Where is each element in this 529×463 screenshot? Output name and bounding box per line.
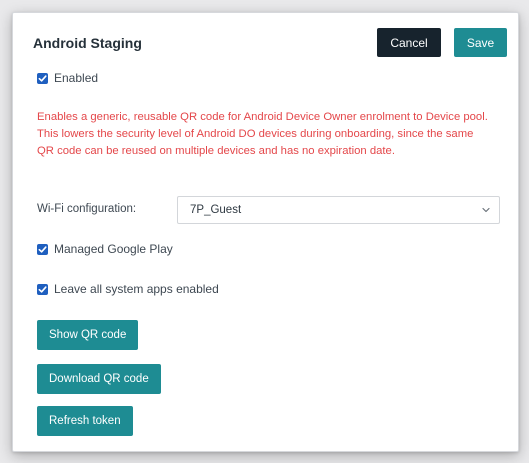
check-icon xyxy=(38,74,47,82)
system-apps-label: Leave all system apps enabled xyxy=(54,282,219,296)
system-apps-row[interactable]: Leave all system apps enabled xyxy=(37,282,219,296)
chevron-down-icon xyxy=(482,207,490,213)
managed-google-play-label: Managed Google Play xyxy=(54,242,173,256)
check-icon xyxy=(38,285,47,293)
wifi-configuration-label: Wi-Fi configuration: xyxy=(37,203,137,215)
warning-text: Enables a generic, reusable QR code for … xyxy=(37,111,488,157)
managed-google-play-row[interactable]: Managed Google Play xyxy=(37,242,173,256)
check-icon xyxy=(38,245,47,253)
android-staging-panel: Android Staging Cancel Save Enabled Enab… xyxy=(12,12,519,452)
system-apps-checkbox[interactable] xyxy=(37,283,48,295)
cancel-button[interactable]: Cancel xyxy=(377,28,441,57)
enabled-checkbox[interactable] xyxy=(37,72,48,84)
wifi-configuration-value: 7P_Guest xyxy=(190,204,242,216)
panel-title: Android Staging xyxy=(33,35,142,51)
save-button[interactable]: Save xyxy=(454,28,507,57)
managed-google-play-checkbox[interactable] xyxy=(37,243,48,255)
enabled-row[interactable]: Enabled xyxy=(37,71,98,85)
download-qr-code-button[interactable]: Download QR code xyxy=(37,364,161,394)
show-qr-code-button[interactable]: Show QR code xyxy=(37,320,139,350)
enabled-label: Enabled xyxy=(54,71,99,85)
wifi-configuration-select[interactable]: 7P_Guest xyxy=(177,196,500,224)
refresh-token-button[interactable]: Refresh token xyxy=(37,406,133,436)
